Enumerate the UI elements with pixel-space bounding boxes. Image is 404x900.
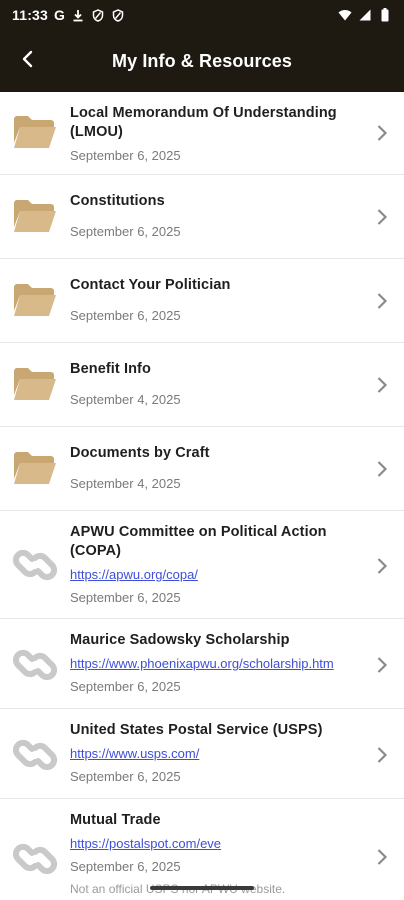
signal-icon <box>358 8 372 22</box>
item-title: United States Postal Service (USPS) <box>70 722 323 738</box>
status-time: 11:33 <box>12 7 49 23</box>
page-title: My Info & Resources <box>112 50 292 71</box>
list-item[interactable]: Benefit Info September 4, 2025 <box>0 343 404 427</box>
chevron-right-icon <box>372 123 392 143</box>
folder-open-icon <box>11 112 59 152</box>
item-title: Constitutions <box>70 193 165 209</box>
folder-open-icon <box>11 196 59 236</box>
item-date: September 6, 2025 <box>70 859 181 874</box>
resource-list: Local Memorandum Of Understanding (LMOU)… <box>0 92 404 900</box>
chevron-right-icon <box>372 207 392 227</box>
wifi-icon <box>338 8 352 22</box>
shield-icon <box>91 8 105 22</box>
item-url-link[interactable]: https://www.usps.com/ <box>70 745 360 763</box>
item-date: September 4, 2025 <box>70 476 181 491</box>
arrow-left-icon <box>19 50 37 73</box>
shield-icon <box>111 8 125 22</box>
battery-icon <box>378 8 392 22</box>
item-date: September 6, 2025 <box>70 308 181 323</box>
google-icon: G <box>54 7 65 23</box>
list-item[interactable]: United States Postal Service (USPS) http… <box>0 709 404 799</box>
item-title: Mutual Trade <box>70 812 161 828</box>
list-item[interactable]: Mutual Trade https://postalspot.com/eve … <box>0 799 404 900</box>
app-bar: My Info & Resources <box>0 30 404 92</box>
list-item[interactable]: Maurice Sadowsky Scholarship https://www… <box>0 619 404 709</box>
chevron-right-icon <box>372 375 392 395</box>
chain-link-icon <box>11 839 59 879</box>
chevron-right-icon <box>372 556 392 576</box>
chain-link-icon <box>11 735 59 775</box>
item-url-link[interactable]: https://apwu.org/copa/ <box>70 566 360 584</box>
folder-open-icon <box>11 448 59 488</box>
item-date: September 6, 2025 <box>70 679 181 694</box>
list-item[interactable]: Contact Your Politician September 6, 202… <box>0 259 404 343</box>
chevron-right-icon <box>372 745 392 765</box>
chevron-right-icon <box>372 459 392 479</box>
list-item[interactable]: Constitutions September 6, 2025 <box>0 175 404 259</box>
item-date: September 6, 2025 <box>70 590 181 605</box>
item-title: Benefit Info <box>70 361 151 377</box>
item-date: September 6, 2025 <box>70 224 181 239</box>
item-date: September 6, 2025 <box>70 769 181 784</box>
download-icon <box>71 8 85 22</box>
item-title: Local Memorandum Of Understanding (LMOU) <box>70 105 337 140</box>
list-item[interactable]: APWU Committee on Political Action (COPA… <box>0 511 404 619</box>
item-url-link[interactable]: https://www.phoenixapwu.org/scholarship.… <box>70 655 364 673</box>
chevron-right-icon <box>372 847 392 867</box>
item-date: September 4, 2025 <box>70 392 181 407</box>
item-title: Documents by Craft <box>70 445 210 461</box>
back-button[interactable] <box>10 43 46 79</box>
item-date: September 6, 2025 <box>70 148 181 163</box>
chain-link-icon <box>11 645 59 685</box>
chevron-right-icon <box>372 655 392 675</box>
folder-open-icon <box>11 364 59 404</box>
item-url-link[interactable]: https://postalspot.com/eve <box>70 835 360 853</box>
item-title: APWU Committee on Political Action (COPA… <box>70 524 327 559</box>
list-item[interactable]: Local Memorandum Of Understanding (LMOU)… <box>0 92 404 175</box>
item-title: Maurice Sadowsky Scholarship <box>70 632 290 648</box>
item-title: Contact Your Politician <box>70 277 231 293</box>
status-bar: 11:33 G <box>0 0 404 30</box>
folder-open-icon <box>11 280 59 320</box>
chain-link-icon <box>11 545 59 585</box>
chevron-right-icon <box>372 291 392 311</box>
home-indicator[interactable] <box>150 886 254 890</box>
list-item[interactable]: Documents by Craft September 4, 2025 <box>0 427 404 511</box>
